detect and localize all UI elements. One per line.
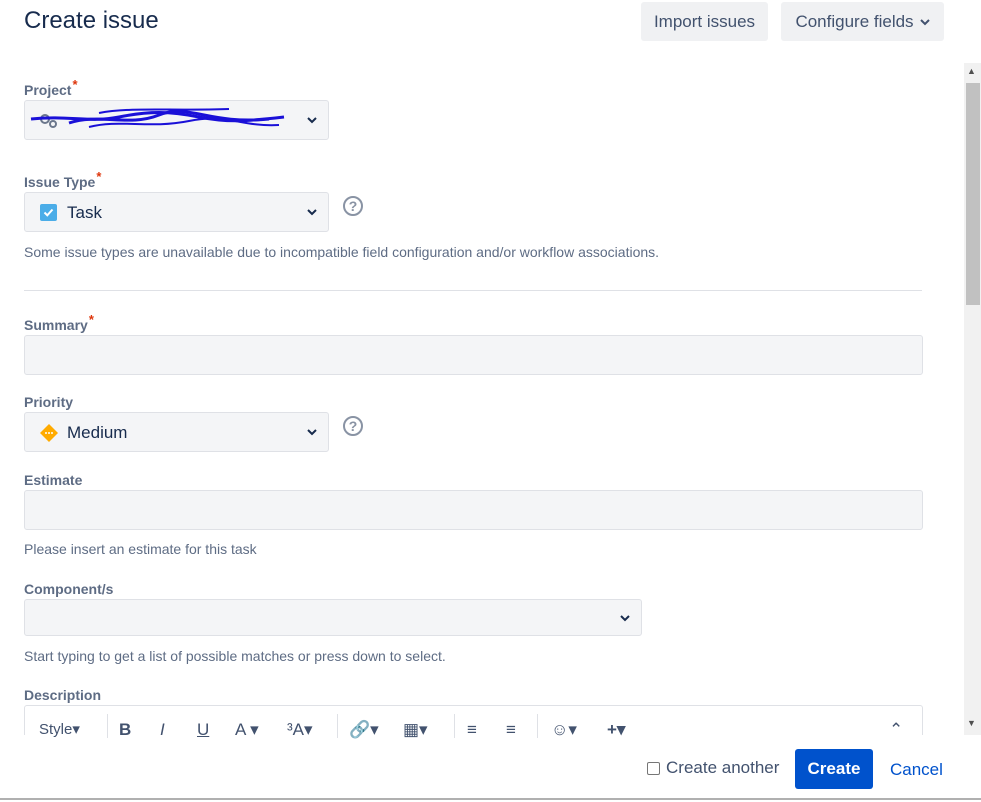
required-mark: * xyxy=(72,77,78,92)
link-icon[interactable]: 🔗▾ xyxy=(349,720,379,740)
components-label: Component/s xyxy=(24,581,114,597)
components-hint: Start typing to get a list of possible m… xyxy=(24,648,446,664)
create-another-checkbox[interactable] xyxy=(647,761,660,775)
emoji-icon[interactable]: ☺▾ xyxy=(551,720,577,740)
scrollbar-thumb[interactable] xyxy=(966,83,980,305)
import-issues-label: Import issues xyxy=(653,11,756,31)
priority-value: Medium xyxy=(67,423,128,442)
bullet-list-icon[interactable]: ≡ xyxy=(467,720,477,740)
priority-medium-icon xyxy=(40,424,58,442)
dialog-bottom-edge xyxy=(0,798,981,800)
insert-more-icon[interactable]: +▾ xyxy=(607,720,625,740)
create-another-option[interactable]: Create another xyxy=(647,758,779,778)
issue-type-label: Issue Type* xyxy=(24,169,101,190)
estimate-input[interactable] xyxy=(24,490,923,530)
configure-fields-label: Configure fields xyxy=(795,11,914,31)
task-icon xyxy=(40,204,57,221)
create-button-label: Create xyxy=(807,759,861,778)
summary-label: Summary* xyxy=(24,312,94,333)
section-divider xyxy=(24,290,922,291)
text-size-label: ³A xyxy=(287,720,304,739)
toolbar-separator xyxy=(454,714,455,738)
toolbar-separator xyxy=(537,714,538,738)
chevron-down-icon xyxy=(307,429,317,436)
create-another-label: Create another xyxy=(666,758,780,777)
underline-button[interactable]: U xyxy=(197,720,209,740)
configure-fields-button[interactable]: Configure fields xyxy=(781,2,944,41)
required-mark: * xyxy=(96,169,102,184)
import-issues-button[interactable]: Import issues xyxy=(641,2,768,41)
bold-button[interactable]: B xyxy=(119,720,131,740)
create-button[interactable]: Create xyxy=(795,749,873,789)
chevron-down-icon xyxy=(620,614,630,621)
text-color-button[interactable]: A ▾ xyxy=(235,720,259,740)
toolbar-separator xyxy=(337,714,338,738)
priority-help-icon[interactable]: ? xyxy=(343,416,363,436)
chevron-down-icon xyxy=(919,18,930,25)
text-color-label: A xyxy=(235,720,246,739)
chevron-down-icon xyxy=(307,209,317,216)
components-select[interactable] xyxy=(24,599,642,636)
style-dropdown[interactable]: Style▾ xyxy=(39,720,80,738)
chevron-down-icon xyxy=(307,117,317,124)
issue-type-label-text: Issue Type xyxy=(24,174,96,190)
issue-type-value: Task xyxy=(67,203,102,222)
priority-select[interactable]: Medium xyxy=(24,412,329,452)
summary-input[interactable] xyxy=(24,335,923,375)
cancel-link[interactable]: Cancel xyxy=(890,760,943,780)
summary-label-text: Summary xyxy=(24,317,88,333)
estimate-hint: Please insert an estimate for this task xyxy=(24,541,257,557)
toolbar-separator xyxy=(107,714,108,738)
scroll-up-arrow-icon[interactable]: ▲ xyxy=(967,66,976,76)
numbered-list-icon[interactable]: ≡ xyxy=(506,720,516,740)
dialog-title: Create issue xyxy=(24,7,159,34)
issue-type-help-icon[interactable]: ? xyxy=(343,196,363,216)
project-label: Project* xyxy=(24,77,78,98)
text-size-button[interactable]: ³A▾ xyxy=(287,720,313,740)
issue-type-select[interactable]: Task xyxy=(24,192,329,232)
priority-label: Priority xyxy=(24,394,74,410)
project-select[interactable] xyxy=(24,100,329,140)
estimate-label: Estimate xyxy=(24,472,83,488)
required-mark: * xyxy=(88,312,94,327)
scroll-down-arrow-icon[interactable]: ▼ xyxy=(967,718,976,728)
style-label: Style xyxy=(39,721,73,738)
redaction-scribble xyxy=(30,108,285,128)
italic-button[interactable]: I xyxy=(160,720,165,740)
project-label-text: Project xyxy=(24,82,72,98)
issue-type-hint: Some issue types are unavailable due to … xyxy=(24,244,660,260)
collapse-toolbar-icon[interactable]: ⌃ xyxy=(889,720,903,740)
table-icon[interactable]: ▦▾ xyxy=(403,720,428,740)
description-label: Description xyxy=(24,687,102,703)
